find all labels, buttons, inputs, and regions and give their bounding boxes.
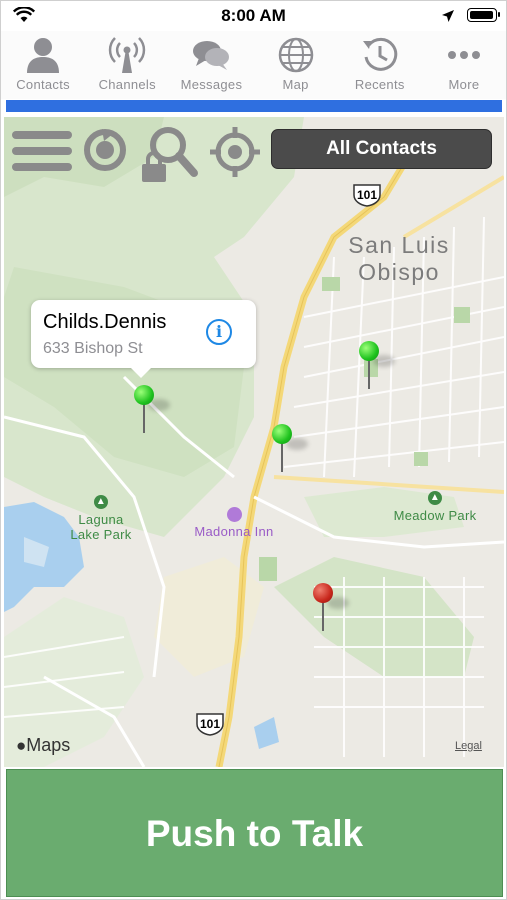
location-arrow-icon [442, 10, 454, 22]
status-bar: 8:00 AM [1, 1, 506, 31]
city-label: San Luis Obispo [348, 232, 450, 285]
callout-address: 633 Bishop St [43, 340, 143, 357]
antenna-icon [109, 37, 146, 73]
map-view[interactable]: All Contacts 101 San Luis Obispo ▲ Lagun… [4, 117, 504, 767]
legal-link[interactable]: Legal [455, 740, 482, 752]
park-tree-icon: ▲ [94, 495, 108, 509]
callout-contact-name: Childs.Dennis [43, 311, 167, 333]
tab-map[interactable]: Map [254, 31, 338, 99]
globe-icon [278, 37, 313, 73]
maps-attribution: ●Maps [16, 735, 71, 755]
highway-number-label: 101 [356, 188, 378, 202]
tab-label: Recents [354, 77, 405, 92]
refresh-icon[interactable] [82, 127, 128, 173]
contact-pin[interactable] [134, 385, 170, 435]
park-tree-icon: ▲ [428, 491, 442, 505]
crosshair-locate-icon[interactable] [210, 127, 260, 177]
hotel-bed-icon [226, 507, 242, 522]
app-frame: 8:00 AM Contacts Channels Messages Map R… [0, 0, 507, 900]
poi-label: Madonna Inn [184, 507, 284, 539]
status-time: 8:00 AM [221, 6, 286, 25]
tab-label: Channels [98, 77, 156, 92]
tab-label: Map [282, 77, 309, 92]
highway-number-label: 101 [199, 717, 221, 731]
park-label: ▲ Meadow Park [393, 491, 477, 523]
ellipsis-icon [447, 51, 480, 59]
tab-bar: Contacts Channels Messages Map Recents M… [1, 31, 506, 99]
push-to-talk-button[interactable]: Push to Talk [6, 769, 503, 897]
contact-pin[interactable] [359, 341, 395, 391]
tab-label: Messages [180, 77, 243, 92]
tab-contacts[interactable]: Contacts [1, 31, 85, 99]
apple-logo-icon: ● [16, 736, 27, 755]
battery-icon [467, 8, 500, 22]
tab-messages[interactable]: Messages [169, 31, 253, 99]
contact-callout[interactable]: Childs.Dennis 633 Bishop St i [31, 300, 256, 378]
tab-channels[interactable]: Channels [85, 31, 169, 99]
tab-recents[interactable]: Recents [338, 31, 422, 99]
clock-history-icon [362, 37, 398, 71]
menu-icon[interactable] [12, 129, 72, 173]
connection-status-strip [6, 100, 502, 112]
tab-label: More [448, 77, 480, 92]
tab-label: Contacts [16, 77, 70, 92]
contact-pin[interactable] [313, 583, 349, 633]
chat-bubbles-icon [193, 41, 230, 70]
park-label: ▲ Laguna Lake Park [70, 495, 132, 542]
all-contacts-filter-button[interactable]: All Contacts [271, 129, 492, 169]
lock-search-icon[interactable] [140, 125, 200, 183]
map-background [4, 117, 504, 767]
tab-more[interactable]: More [422, 31, 506, 99]
person-icon [27, 38, 60, 73]
contact-pin[interactable] [272, 424, 308, 474]
info-icon[interactable]: i [206, 319, 232, 345]
